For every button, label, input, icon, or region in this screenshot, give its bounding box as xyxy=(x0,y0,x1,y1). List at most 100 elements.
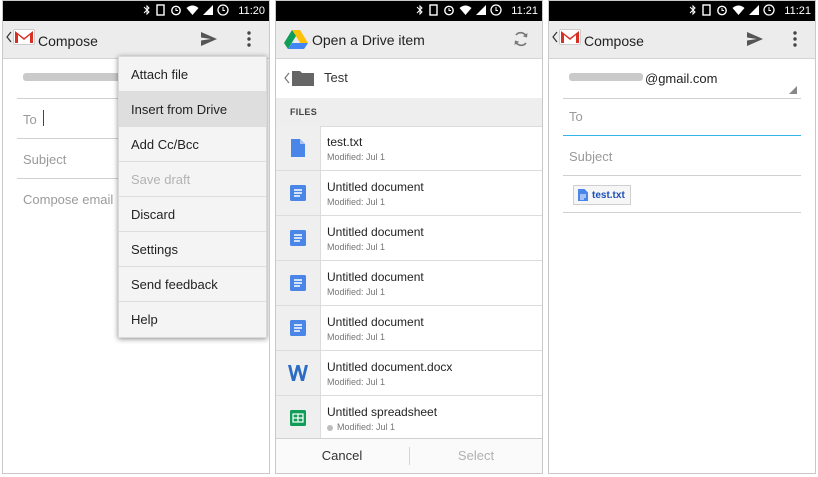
cancel-button[interactable]: Cancel xyxy=(276,439,408,473)
file-modified: Modified: Jul 1 xyxy=(327,197,386,207)
text-file-icon xyxy=(578,189,588,201)
battery-icon xyxy=(217,4,229,16)
word-icon xyxy=(288,365,308,381)
file-name: Untitled document xyxy=(327,315,424,329)
folder-icon xyxy=(292,71,314,86)
status-icons xyxy=(689,4,775,16)
gmail-logo-icon[interactable] xyxy=(559,28,581,46)
redacted-sender-address xyxy=(23,73,133,81)
overflow-menu-icon[interactable] xyxy=(793,31,797,47)
document-icon xyxy=(290,230,306,246)
file-row[interactable]: Untitled document Modified: Jul 1 xyxy=(276,306,542,351)
status-clock: 11:21 xyxy=(784,5,811,17)
wifi-icon xyxy=(732,5,745,15)
file-icon-cell xyxy=(276,216,321,260)
menu-item-discard[interactable]: Discard xyxy=(119,197,266,232)
overflow-menu: Attach file Insert from Drive Add Cc/Bcc… xyxy=(118,56,267,338)
menu-item-insert-from-drive[interactable]: Insert from Drive xyxy=(119,92,266,127)
drive-picker-screen: 11:21 Open a Drive item Test FILES test.… xyxy=(275,0,543,474)
menu-item-settings[interactable]: Settings xyxy=(119,232,266,267)
alarm-icon xyxy=(171,5,181,16)
action-bar-title: Compose xyxy=(38,33,98,49)
to-placeholder: To xyxy=(569,109,583,124)
refresh-icon[interactable] xyxy=(512,30,530,48)
file-name: test.txt xyxy=(327,135,363,149)
sync-dot-icon xyxy=(327,424,333,431)
signal-icon xyxy=(203,5,213,15)
status-clock: 11:21 xyxy=(511,5,538,17)
battery-icon xyxy=(763,4,775,16)
back-caret-icon xyxy=(284,72,290,84)
menu-item-attach-file[interactable]: Attach file xyxy=(119,57,266,92)
file-row[interactable]: Untitled document Modified: Jul 1 xyxy=(276,216,542,261)
status-clock: 11:20 xyxy=(238,5,265,17)
file-icon-cell xyxy=(276,351,321,395)
subject-placeholder: Subject xyxy=(23,152,67,167)
up-caret-icon[interactable] xyxy=(6,31,12,43)
document-icon xyxy=(290,275,306,291)
document-icon xyxy=(290,320,306,336)
dropdown-indicator-icon xyxy=(789,86,797,94)
to-label: To xyxy=(23,112,37,127)
menu-item-send-feedback[interactable]: Send feedback xyxy=(119,267,266,302)
attachment-divider xyxy=(563,212,801,213)
file-row[interactable]: test.txt Modified: Jul 1 xyxy=(276,126,542,171)
files-header-label: FILES xyxy=(290,107,318,117)
battery-icon xyxy=(490,4,502,16)
bluetooth-icon xyxy=(143,4,150,16)
text-cursor xyxy=(43,110,44,126)
file-modified: Modified: Jul 1 xyxy=(327,377,386,387)
status-bar: 11:21 xyxy=(549,1,815,21)
menu-item-save-draft: Save draft xyxy=(119,162,266,197)
select-button[interactable]: Select xyxy=(410,439,542,473)
vibrate-icon xyxy=(702,4,711,16)
attachment-name: test.txt xyxy=(592,189,625,201)
signal-icon xyxy=(749,5,759,15)
file-modified-text: Modified: Jul 1 xyxy=(337,422,396,432)
file-name: Untitled spreadsheet xyxy=(327,405,438,419)
action-bar: Open a Drive item xyxy=(276,21,542,59)
file-list: test.txt Modified: Jul 1 Untitled docume… xyxy=(276,126,542,441)
attachment-chip[interactable]: test.txt xyxy=(573,185,631,205)
picker-button-bar: Cancel Select xyxy=(276,438,542,473)
file-row[interactable]: Untitled spreadsheet Modified: Jul 1 xyxy=(276,396,542,441)
body-placeholder: Compose email xyxy=(23,192,114,207)
action-bar: Compose xyxy=(549,21,815,59)
action-bar-title: Compose xyxy=(584,33,644,49)
wifi-icon xyxy=(186,5,199,15)
send-icon[interactable] xyxy=(201,32,217,46)
file-name: Untitled document xyxy=(327,180,424,194)
file-modified: Modified: Jul 1 xyxy=(327,332,386,342)
bluetooth-icon xyxy=(689,4,696,16)
files-section-header: FILES xyxy=(276,98,542,127)
breadcrumb-folder-name: Test xyxy=(324,70,348,85)
text-file-icon xyxy=(291,139,305,157)
file-row[interactable]: Untitled document.docx Modified: Jul 1 xyxy=(276,351,542,396)
document-icon xyxy=(290,185,306,201)
redacted-sender-name xyxy=(569,73,643,81)
status-bar: 11:20 xyxy=(3,1,269,21)
alarm-icon xyxy=(717,5,727,16)
file-modified: Modified: Jul 1 xyxy=(327,152,386,162)
file-row[interactable]: Untitled document Modified: Jul 1 xyxy=(276,171,542,216)
file-icon-cell xyxy=(276,261,321,305)
google-drive-logo-icon[interactable] xyxy=(284,29,308,49)
send-icon[interactable] xyxy=(747,32,763,46)
file-row[interactable]: Untitled document Modified: Jul 1 xyxy=(276,261,542,306)
subject-field[interactable]: Subject xyxy=(563,135,801,176)
overflow-menu-icon[interactable] xyxy=(247,31,251,47)
spreadsheet-icon xyxy=(290,410,306,426)
to-field[interactable]: To xyxy=(563,95,801,136)
alarm-icon xyxy=(444,5,454,16)
up-caret-icon[interactable] xyxy=(552,31,558,43)
compose-screen-with-attachment: 11:21 Compose @gmail.com To Subject test… xyxy=(548,0,816,474)
menu-item-add-cc-bcc[interactable]: Add Cc/Bcc xyxy=(119,127,266,162)
bluetooth-icon xyxy=(416,4,423,16)
gmail-logo-icon[interactable] xyxy=(13,28,35,46)
status-icons xyxy=(416,4,502,16)
from-field[interactable]: @gmail.com xyxy=(563,58,801,99)
breadcrumb[interactable]: Test xyxy=(276,58,542,99)
menu-item-help[interactable]: Help xyxy=(119,302,266,337)
action-bar-title: Open a Drive item xyxy=(312,32,425,48)
status-icons xyxy=(143,4,229,16)
